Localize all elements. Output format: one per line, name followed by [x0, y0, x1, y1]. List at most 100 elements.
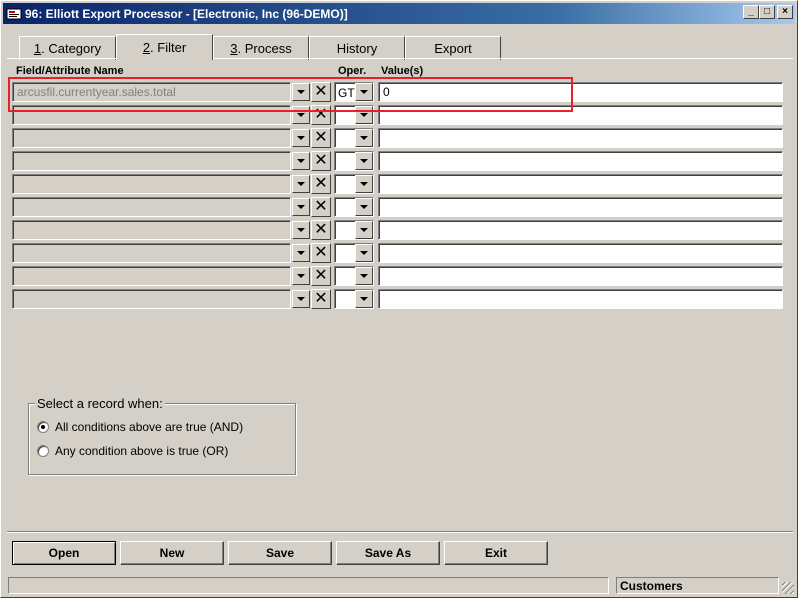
tab-filter[interactable]: 2. Filter	[116, 34, 213, 60]
close-icon: ✕	[314, 267, 328, 284]
chevron-down-icon	[297, 136, 305, 140]
field-dropdown-button[interactable]	[292, 221, 310, 239]
field-dropdown-button[interactable]	[292, 267, 310, 285]
value-input[interactable]	[378, 243, 783, 263]
clear-row-button[interactable]: ✕	[311, 220, 331, 240]
oper-dropdown-button[interactable]	[355, 129, 373, 147]
value-input[interactable]	[378, 174, 783, 194]
radio-or[interactable]: Any condition above is true (OR)	[37, 444, 228, 458]
value-input[interactable]	[378, 266, 783, 286]
value-input[interactable]: 0	[378, 82, 783, 102]
oper-dropdown-button[interactable]	[355, 83, 373, 101]
field-name-input[interactable]	[12, 197, 291, 217]
resize-grip[interactable]	[782, 582, 794, 594]
clear-row-button[interactable]: ✕	[311, 266, 331, 286]
field-name-input[interactable]	[12, 151, 291, 171]
oper-dropdown-button[interactable]	[355, 221, 373, 239]
window-title: 96: Elliott Export Processor - [Electron…	[25, 6, 348, 21]
chevron-down-icon	[360, 159, 368, 163]
save-button[interactable]: Save	[228, 541, 332, 565]
field-column-header: Field/Attribute Name	[16, 65, 124, 77]
open-button[interactable]: Open	[12, 541, 116, 565]
value-input[interactable]	[378, 220, 783, 240]
chevron-down-icon	[360, 228, 368, 232]
chevron-down-icon	[360, 113, 368, 117]
select-record-title: Select a record when:	[35, 396, 165, 411]
value-input[interactable]	[378, 105, 783, 125]
field-dropdown-button[interactable]	[292, 152, 310, 170]
oper-dropdown-button[interactable]	[355, 175, 373, 193]
tab-process[interactable]: 3. Process	[213, 36, 309, 60]
close-button[interactable]: ×	[777, 5, 793, 19]
radio-and-button[interactable]	[37, 421, 49, 433]
chevron-down-icon	[360, 205, 368, 209]
status-bar-left	[8, 577, 609, 594]
title-bar[interactable]: 96: Elliott Export Processor - [Electron…	[3, 3, 795, 24]
exit-button[interactable]: Exit	[444, 541, 548, 565]
chevron-down-icon	[297, 182, 305, 186]
radio-or-label: Any condition above is true (OR)	[55, 444, 229, 458]
close-icon: ✕	[314, 175, 328, 192]
oper-dropdown-button[interactable]	[355, 198, 373, 216]
radio-and-label: All conditions above are true (AND)	[55, 420, 244, 434]
close-icon: ✕	[314, 152, 328, 169]
clear-row-button[interactable]: ✕	[311, 197, 331, 217]
clear-row-button[interactable]: ✕	[311, 105, 331, 125]
field-name-input[interactable]: arcusfil.currentyear.sales.total	[12, 82, 291, 102]
close-icon: ✕	[314, 290, 328, 307]
clear-row-button[interactable]: ✕	[311, 289, 331, 309]
oper-dropdown-button[interactable]	[355, 106, 373, 124]
field-dropdown-button[interactable]	[292, 175, 310, 193]
clear-row-button[interactable]: ✕	[311, 174, 331, 194]
minimize-button[interactable]: _	[743, 5, 759, 19]
field-dropdown-button[interactable]	[292, 290, 310, 308]
new-button[interactable]: New	[120, 541, 224, 565]
field-dropdown-button[interactable]	[292, 83, 310, 101]
select-record-group	[28, 403, 296, 475]
close-icon: ✕	[314, 129, 328, 146]
chevron-down-icon	[297, 274, 305, 278]
oper-dropdown-button[interactable]	[355, 267, 373, 285]
chevron-down-icon	[297, 113, 305, 117]
value-input[interactable]	[378, 197, 783, 217]
chevron-down-icon	[360, 136, 368, 140]
radio-or-button[interactable]	[37, 445, 49, 457]
field-name-input[interactable]	[12, 289, 291, 309]
field-name-input[interactable]	[12, 128, 291, 148]
oper-dropdown-button[interactable]	[355, 244, 373, 262]
clear-row-button[interactable]: ✕	[311, 128, 331, 148]
field-dropdown-button[interactable]	[292, 129, 310, 147]
field-name-input[interactable]	[12, 174, 291, 194]
oper-dropdown-button[interactable]	[355, 290, 373, 308]
field-dropdown-button[interactable]	[292, 198, 310, 216]
field-name-input[interactable]	[12, 266, 291, 286]
field-name-input[interactable]	[12, 105, 291, 125]
clear-row-button[interactable]: ✕	[311, 82, 331, 102]
oper-dropdown-button[interactable]	[355, 152, 373, 170]
tab-history[interactable]: History	[309, 36, 405, 60]
close-icon: ✕	[314, 83, 328, 100]
clear-row-button[interactable]: ✕	[311, 151, 331, 171]
chevron-down-icon	[297, 228, 305, 232]
field-name-input[interactable]	[12, 220, 291, 240]
chevron-down-icon	[360, 297, 368, 301]
tab-export[interactable]: Export	[405, 36, 501, 60]
field-dropdown-button[interactable]	[292, 244, 310, 262]
value-input[interactable]	[378, 289, 783, 309]
maximize-button[interactable]: □	[759, 5, 775, 19]
value-input[interactable]	[378, 128, 783, 148]
chevron-down-icon	[297, 205, 305, 209]
clear-row-button[interactable]: ✕	[311, 243, 331, 263]
chevron-down-icon	[360, 274, 368, 278]
value-input[interactable]	[378, 151, 783, 171]
radio-and[interactable]: All conditions above are true (AND)	[37, 420, 243, 434]
field-dropdown-button[interactable]	[292, 106, 310, 124]
close-icon: ✕	[314, 244, 328, 261]
field-name-input[interactable]	[12, 243, 291, 263]
save-as-button[interactable]: Save As	[336, 541, 440, 565]
app-window: 96: Elliott Export Processor - [Electron…	[0, 0, 798, 598]
close-icon: ✕	[314, 221, 328, 238]
chevron-down-icon	[297, 251, 305, 255]
app-icon	[6, 6, 22, 22]
tab-category[interactable]: 1. Category	[19, 36, 116, 60]
